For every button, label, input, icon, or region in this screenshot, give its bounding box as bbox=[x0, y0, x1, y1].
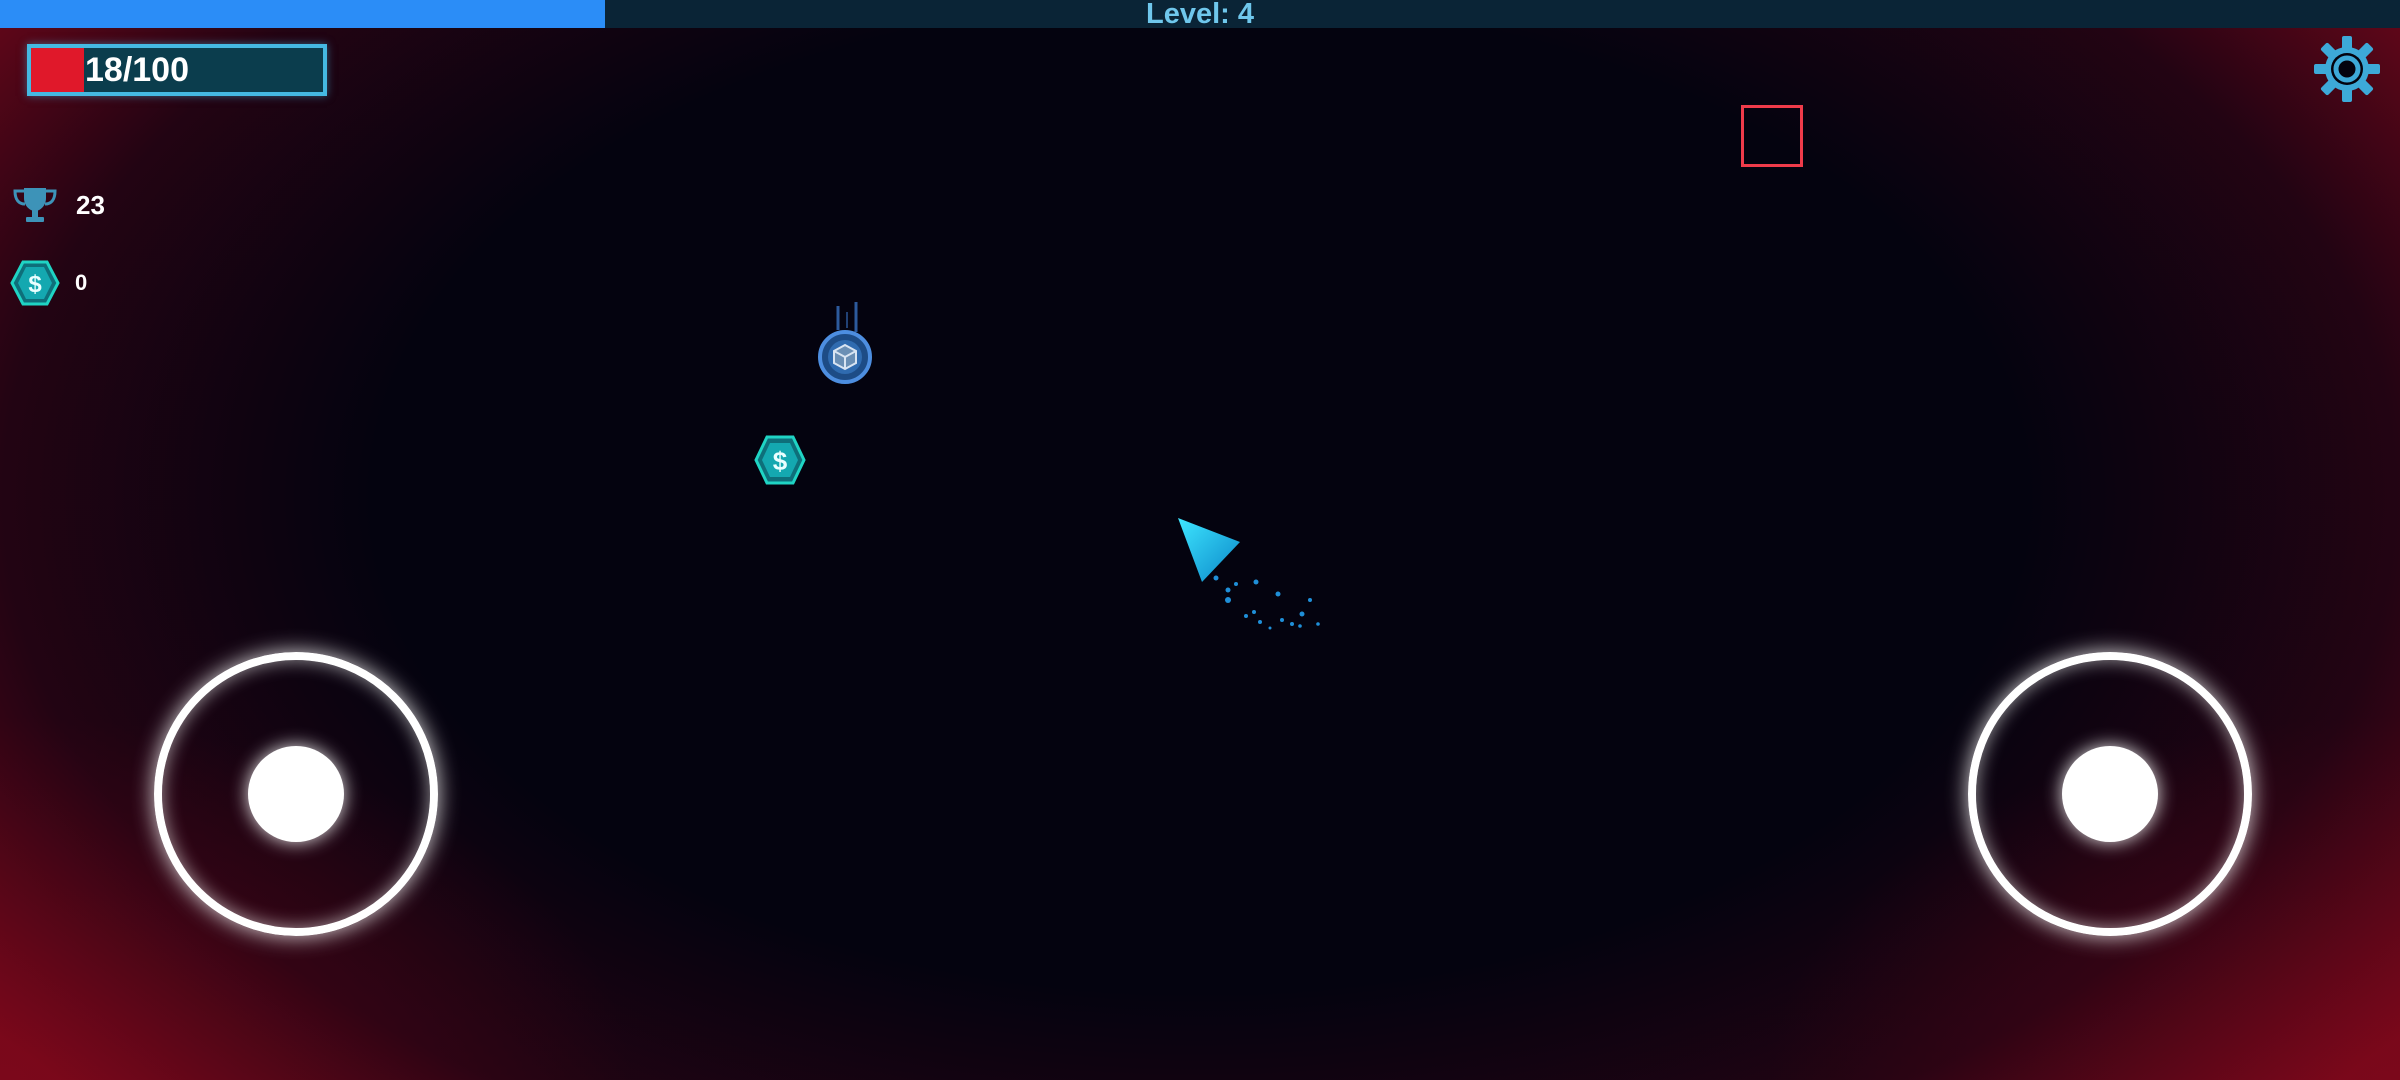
aim-joystick[interactable] bbox=[1968, 652, 2252, 936]
move-joystick[interactable] bbox=[154, 652, 438, 936]
enemy-square bbox=[1741, 105, 1803, 167]
coin-stat: $ 0 bbox=[10, 260, 87, 306]
shield-orb-icon bbox=[818, 302, 872, 384]
svg-text:$: $ bbox=[773, 446, 788, 476]
player-ship-icon bbox=[1178, 518, 1320, 630]
game-screen: Level: 4 18/100 23 $ 0 $ bbox=[0, 0, 2400, 1080]
health-bar: 18/100 bbox=[27, 44, 327, 96]
level-progress-bar: Level: 4 bbox=[0, 0, 2400, 30]
level-label: Level: 4 bbox=[1146, 0, 1254, 30]
dollar-coin-icon: $ bbox=[754, 435, 806, 485]
health-bar-fill bbox=[31, 48, 84, 92]
dollar-coin-icon: $ bbox=[10, 260, 60, 306]
health-value: 18/100 bbox=[85, 51, 189, 89]
gear-icon[interactable] bbox=[2312, 34, 2382, 104]
aim-joystick-knob[interactable] bbox=[2062, 746, 2158, 842]
move-joystick-knob[interactable] bbox=[248, 746, 344, 842]
trophy-icon bbox=[13, 188, 57, 222]
svg-text:$: $ bbox=[28, 271, 42, 298]
coin-value: 0 bbox=[75, 270, 88, 295]
score-stat: 23 bbox=[12, 186, 105, 224]
score-value: 23 bbox=[76, 189, 105, 220]
